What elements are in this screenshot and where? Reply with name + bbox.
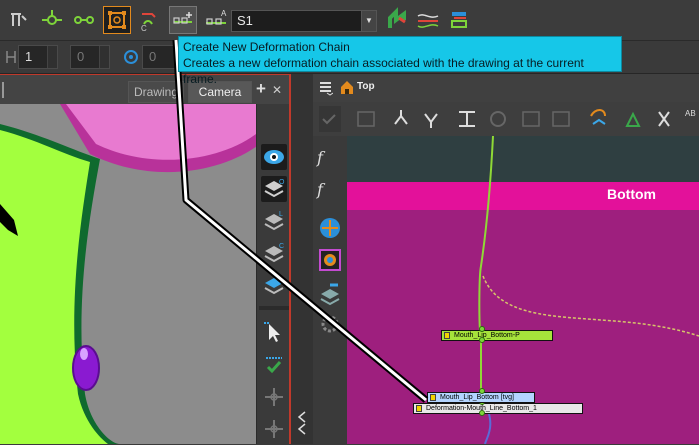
layers-icon: C: [264, 243, 284, 263]
tab-camera-label: Camera: [198, 85, 242, 99]
crosshair-icon: [265, 420, 283, 438]
svg-text:C: C: [141, 24, 147, 33]
tab-drawing[interactable]: Drawing: [128, 81, 184, 103]
create-deformation-chain-button[interactable]: [169, 6, 197, 34]
top-toolbar: C A S1 ▼: [0, 0, 699, 41]
gear-icon[interactable]: [318, 312, 342, 336]
y-spinbox[interactable]: 0: [142, 45, 176, 69]
x-spinbox-value: 0: [77, 49, 85, 64]
peg-icon[interactable]: [318, 216, 342, 240]
node-port[interactable]: [479, 388, 485, 394]
node-deformation[interactable]: Deformation-Mouth_Line_Bottom_1: [413, 403, 583, 414]
svg-text:C: C: [279, 243, 284, 250]
select-tool-button[interactable]: [261, 320, 287, 346]
deformation-tool-button[interactable]: [70, 6, 98, 34]
curve-icon: [417, 14, 439, 28]
link-icon: [6, 51, 16, 63]
svg-text:A: A: [221, 9, 227, 18]
svg-text:O: O: [279, 179, 285, 186]
check-tool-button[interactable]: [261, 352, 287, 378]
onion-skin-button[interactable]: [261, 144, 287, 170]
toolbar-separator: [259, 306, 289, 310]
spin-arrows-icon[interactable]: [47, 46, 57, 68]
transform-tool-button[interactable]: [38, 6, 66, 34]
node-port[interactable]: [479, 337, 485, 343]
panel-grip-icon: [2, 82, 4, 98]
node-port[interactable]: [479, 410, 485, 416]
layers-icon: [264, 278, 284, 295]
target-icon: [124, 50, 138, 64]
eye-icon: [264, 150, 284, 164]
node-toolbar-icons: AB: [319, 106, 696, 132]
function-icon[interactable]: 𝑓: [317, 148, 343, 174]
function-curve-icon[interactable]: 𝑓: [317, 180, 343, 206]
deformation-node-icon: [416, 405, 422, 412]
svg-text:AB: AB: [685, 109, 696, 118]
transform-icon: [42, 10, 62, 25]
layer-l-button[interactable]: L: [261, 208, 287, 234]
character-drawing: [0, 104, 256, 444]
group-label: Bottom: [607, 186, 656, 202]
node-label: Mouth_Lip_Bottom-P: [454, 332, 520, 339]
cursor-icon: [264, 322, 280, 342]
tooltip: Create New Deformation Chain Creates a n…: [178, 36, 622, 86]
node-view-toolbar: AB: [313, 102, 699, 137]
tab-drawing-label: Drawing: [133, 85, 178, 99]
deformation-chain-icon: [173, 12, 192, 24]
node-port[interactable]: [479, 326, 485, 332]
tooltip-description: Creates a new deformation chain associat…: [183, 56, 584, 86]
bone-icon: [74, 16, 94, 24]
camera-view-panel: Drawing Camera + ✕ O L C: [0, 74, 292, 444]
rigging-tool-button[interactable]: [4, 6, 32, 34]
crosshair-icon: [265, 388, 283, 406]
layer-stack-button[interactable]: [261, 272, 287, 298]
reset-button[interactable]: [446, 6, 474, 34]
show-manipulator-button[interactable]: [103, 6, 131, 34]
flip-button[interactable]: [383, 6, 411, 34]
curve-tool-button[interactable]: [414, 6, 442, 34]
camera-side-toolbar: O L C: [256, 104, 292, 444]
frame-spinbox[interactable]: 1: [18, 45, 58, 69]
panel-splitter: [291, 74, 313, 444]
manipulator-icon: [108, 11, 126, 29]
stack-icon[interactable]: [318, 282, 342, 306]
create-kinematic-output-button[interactable]: A: [202, 6, 230, 34]
layer-up-button[interactable]: O: [261, 176, 287, 202]
peg-node-icon: [444, 332, 450, 339]
node-view-panel: Top AB 𝑓 𝑓 Bottom Mouth_Lip_Bottom-P Def…: [313, 74, 699, 444]
node-side-toolbar: 𝑓 𝑓: [313, 136, 348, 444]
rigging-icon: [11, 13, 27, 26]
drawing-layer-icon[interactable]: [318, 248, 342, 272]
kinematic-output-icon: A: [206, 9, 227, 25]
y-spinbox-value: 0: [149, 49, 157, 64]
reset-icon: [451, 12, 467, 28]
camera-canvas[interactable]: [0, 104, 256, 444]
convert-deformer-button[interactable]: C: [136, 6, 164, 34]
tooltip-title: Create New Deformation Chain: [183, 40, 350, 54]
node-peg[interactable]: Mouth_Lip_Bottom-P: [441, 330, 553, 341]
layers-icon: L: [264, 211, 284, 231]
node-label: Mouth_Lip_Bottom [tvg]: [440, 394, 514, 401]
x-spinbox[interactable]: 0: [70, 45, 110, 69]
drawing-node-icon: [430, 394, 436, 401]
layers-icon: O: [264, 179, 285, 198]
frame-spinbox-value: 1: [25, 49, 33, 64]
svg-text:L: L: [279, 211, 283, 218]
pivot-tool-button[interactable]: [261, 384, 287, 410]
spin-arrows-icon[interactable]: [99, 46, 109, 68]
flip-icon: [388, 7, 406, 28]
pivot-tool-2-button[interactable]: [261, 416, 287, 442]
collapse-arrows-icon[interactable]: [293, 408, 311, 438]
drawing-select-value: S1: [237, 13, 253, 28]
convert-icon: C: [141, 13, 156, 33]
checkmark-icon: [266, 357, 282, 374]
layer-c-button[interactable]: C: [261, 240, 287, 266]
drawing-select[interactable]: S1 ▼: [231, 10, 377, 32]
chevron-down-icon[interactable]: ▼: [361, 11, 376, 31]
